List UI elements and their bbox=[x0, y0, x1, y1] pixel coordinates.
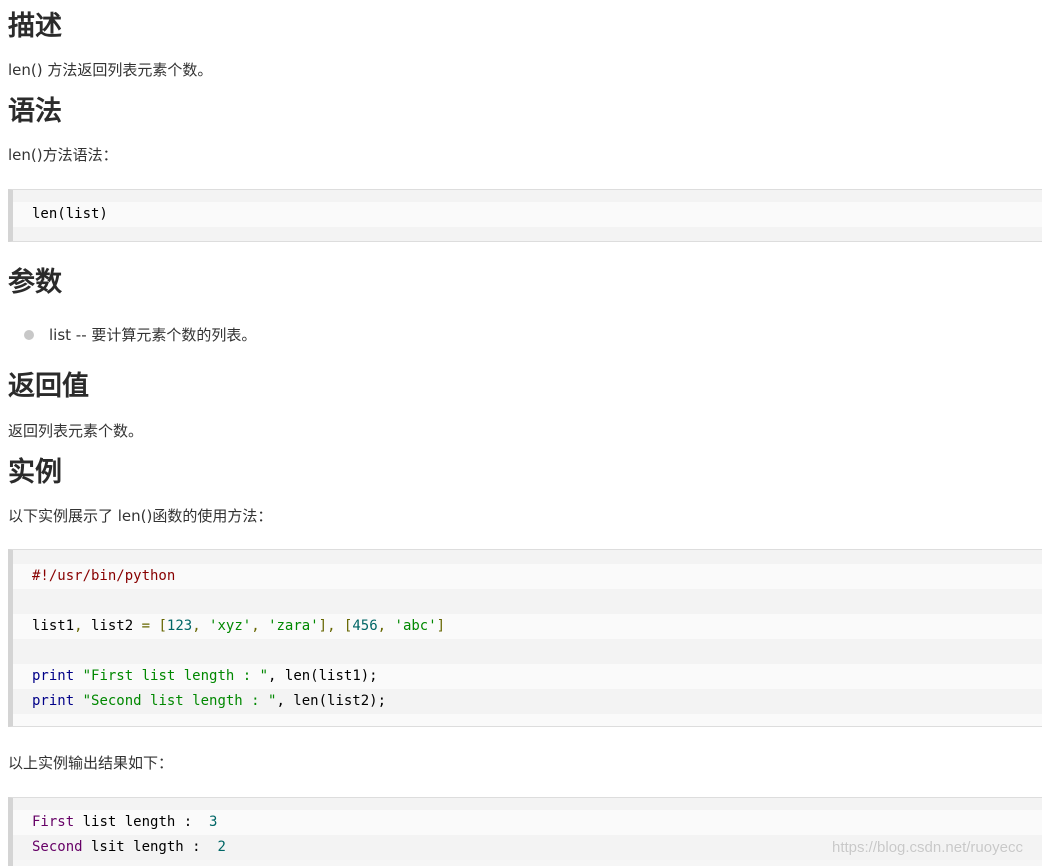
code-keyword: print bbox=[32, 693, 75, 709]
code-token: 123 bbox=[166, 618, 193, 634]
bullet-dot-icon bbox=[24, 330, 34, 340]
code-token: , bbox=[74, 618, 92, 634]
code-line bbox=[13, 589, 1042, 614]
code-line: list1, list2 = [123, 'xyz', 'zara'], [45… bbox=[13, 614, 1042, 639]
article-page: 描述 len() 方法返回列表元素个数。 语法 len()方法语法： len(l… bbox=[0, 0, 1042, 866]
example-code-block[interactable]: #!/usr/bin/python list1, list2 = [123, '… bbox=[8, 549, 1042, 727]
code-token: list1 bbox=[32, 618, 75, 634]
heading-return-value: 返回值 bbox=[8, 371, 89, 402]
code-line: print "Second list length : ", len(list2… bbox=[13, 689, 1042, 714]
code-line-spacer bbox=[13, 227, 1042, 241]
code-token: 2 bbox=[217, 839, 226, 855]
return-value-text: 返回列表元素个数。 bbox=[8, 422, 144, 440]
code-line-spacer bbox=[13, 190, 1042, 202]
code-token: lsit length : bbox=[82, 839, 218, 855]
code-token: , bbox=[377, 618, 395, 634]
code-token: 3 bbox=[209, 814, 218, 830]
code-line: First list length : 3 bbox=[13, 810, 1042, 835]
code-line-spacer bbox=[13, 798, 1042, 810]
heading-parameters: 参数 bbox=[8, 267, 62, 298]
description-text: len() 方法返回列表元素个数。 bbox=[8, 61, 213, 79]
output-intro-text: 以上实例输出结果如下： bbox=[8, 754, 174, 772]
code-token: First bbox=[32, 814, 75, 830]
code-token: , bbox=[192, 618, 210, 634]
code-token: list2 bbox=[91, 618, 142, 634]
syntax-code-block[interactable]: len(list) bbox=[8, 189, 1042, 242]
code-line bbox=[13, 639, 1042, 664]
code-line: print "First list length : ", len(list1)… bbox=[13, 664, 1042, 689]
code-line-spacer bbox=[13, 714, 1042, 726]
code-line: len(list) bbox=[13, 202, 1042, 227]
heading-example: 实例 bbox=[8, 457, 62, 488]
code-keyword: print bbox=[32, 668, 75, 684]
example-text: 以下实例展示了 len()函数的使用方法： bbox=[8, 507, 273, 525]
syntax-text: len()方法语法： bbox=[8, 146, 118, 164]
code-token: Second bbox=[32, 839, 83, 855]
heading-description: 描述 bbox=[8, 11, 62, 42]
list-item-text: list -- 要计算元素个数的列表。 bbox=[49, 326, 257, 344]
heading-syntax: 语法 bbox=[8, 96, 62, 127]
code-token: ] bbox=[436, 618, 446, 634]
code-token: 456 bbox=[352, 618, 378, 634]
code-comment: #!/usr/bin/python bbox=[32, 568, 176, 584]
code-token: , len(list1); bbox=[268, 668, 378, 684]
code-token: = [ bbox=[141, 618, 167, 634]
code-string: "Second list length : " bbox=[74, 693, 277, 709]
code-line: #!/usr/bin/python bbox=[13, 564, 1042, 589]
watermark: https://blog.csdn.net/ruoyecc bbox=[832, 839, 1023, 856]
code-token: 'zara' bbox=[268, 618, 319, 634]
code-string: "First list length : " bbox=[74, 668, 269, 684]
code-token: ], [ bbox=[318, 618, 353, 634]
code-token: list length : bbox=[74, 814, 210, 830]
code-token: 'abc' bbox=[394, 618, 437, 634]
code-line-spacer bbox=[13, 550, 1042, 564]
code-token: 'xyz' bbox=[209, 618, 252, 634]
code-token: len(list) bbox=[32, 206, 108, 222]
code-token: , bbox=[251, 618, 269, 634]
code-token: , len(list2); bbox=[276, 693, 387, 709]
